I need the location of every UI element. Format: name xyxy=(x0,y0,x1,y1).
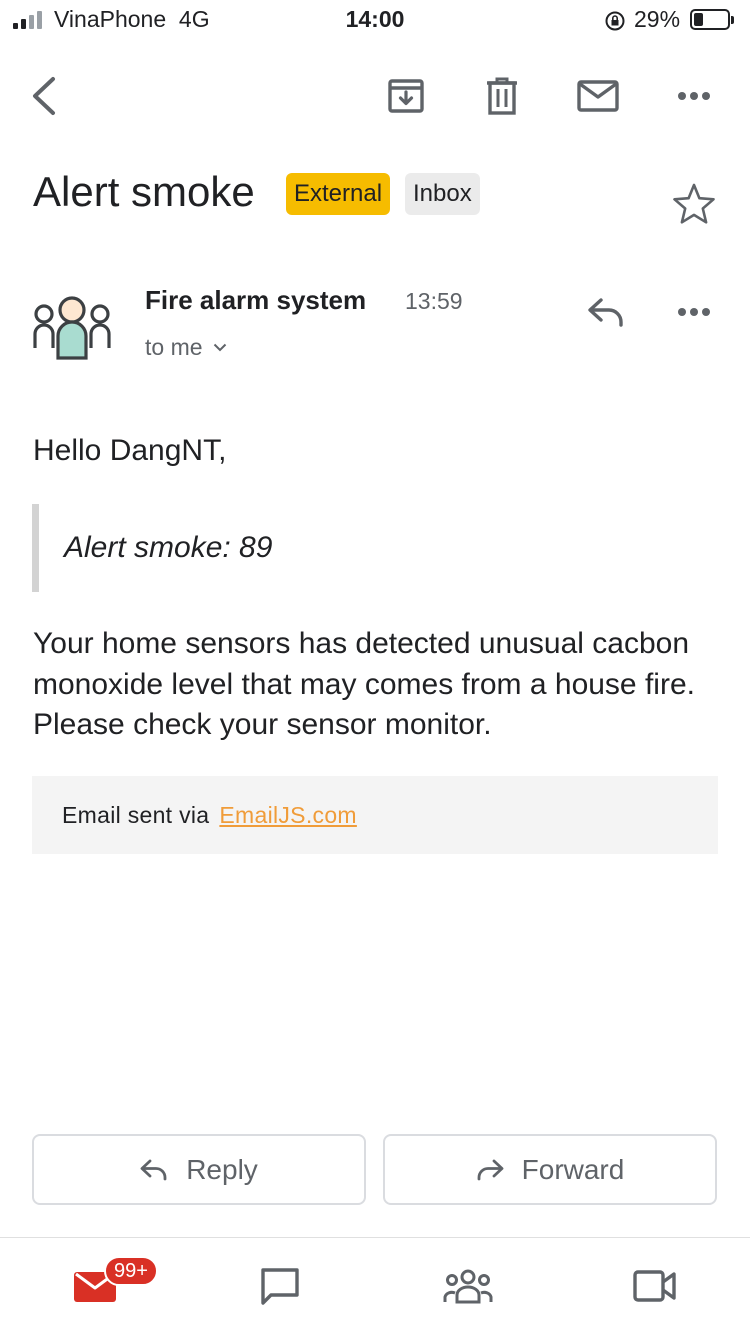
mail-badge: 99+ xyxy=(104,1256,158,1286)
email-quote: Alert smoke: 89 xyxy=(32,504,682,592)
trash-icon xyxy=(487,77,517,115)
chat-icon xyxy=(261,1268,299,1305)
back-button[interactable] xyxy=(16,68,72,124)
more-options-button[interactable] xyxy=(666,68,722,124)
nav-spaces[interactable] xyxy=(433,1256,503,1316)
message-more-button[interactable] xyxy=(666,284,722,340)
email-footer: Email sent via EmailJS.com xyxy=(32,776,718,854)
meet-icon xyxy=(633,1270,676,1302)
spaces-icon xyxy=(443,1269,493,1304)
sender-avatar[interactable] xyxy=(30,290,114,362)
sender-name: Fire alarm system xyxy=(145,285,367,315)
nav-chat[interactable] xyxy=(245,1256,315,1316)
chevron-down-icon xyxy=(213,343,226,352)
nav-meet[interactable] xyxy=(620,1256,690,1316)
status-bar: VinaPhone 4G 14:00 29% xyxy=(0,0,750,40)
recipient-details[interactable]: to me xyxy=(145,334,227,361)
star-icon[interactable] xyxy=(670,180,718,228)
reply-label: Reply xyxy=(186,1153,258,1185)
reply-icon xyxy=(588,298,623,327)
email-body: Your home sensors has detected unusual c… xyxy=(33,627,695,741)
emailjs-link[interactable]: EmailJS.com xyxy=(219,802,357,829)
back-arrow-icon xyxy=(33,77,55,115)
archive-icon xyxy=(388,79,424,113)
more-icon xyxy=(678,92,710,100)
email-subject: Alert smoke xyxy=(33,168,255,215)
mark-unread-button[interactable] xyxy=(570,68,626,124)
recipient-label: to me xyxy=(145,334,203,360)
battery-percent: 29% xyxy=(634,6,681,32)
battery-fill xyxy=(694,13,703,26)
quote-text: Alert smoke: 89 xyxy=(64,531,273,564)
bottom-navigation: 99+ xyxy=(0,1237,750,1335)
more-icon xyxy=(678,308,710,316)
forward-label: Forward xyxy=(521,1153,625,1185)
reply-icon xyxy=(140,1159,167,1180)
email-time: 13:59 xyxy=(405,288,463,314)
reply-button[interactable]: Reply xyxy=(32,1134,366,1205)
battery-icon xyxy=(690,9,734,30)
mail-icon xyxy=(577,80,619,112)
forward-icon xyxy=(477,1159,504,1180)
rotation-lock-icon xyxy=(605,11,625,31)
reply-icon-button[interactable] xyxy=(578,284,634,340)
delete-button[interactable] xyxy=(474,68,530,124)
email-greeting: Hello DangNT, xyxy=(33,434,227,467)
label-inbox[interactable]: Inbox xyxy=(405,173,480,215)
archive-button[interactable] xyxy=(378,68,434,124)
footer-text: Email sent via xyxy=(62,801,210,828)
forward-button[interactable]: Forward xyxy=(383,1134,717,1205)
label-external: External xyxy=(286,173,391,215)
